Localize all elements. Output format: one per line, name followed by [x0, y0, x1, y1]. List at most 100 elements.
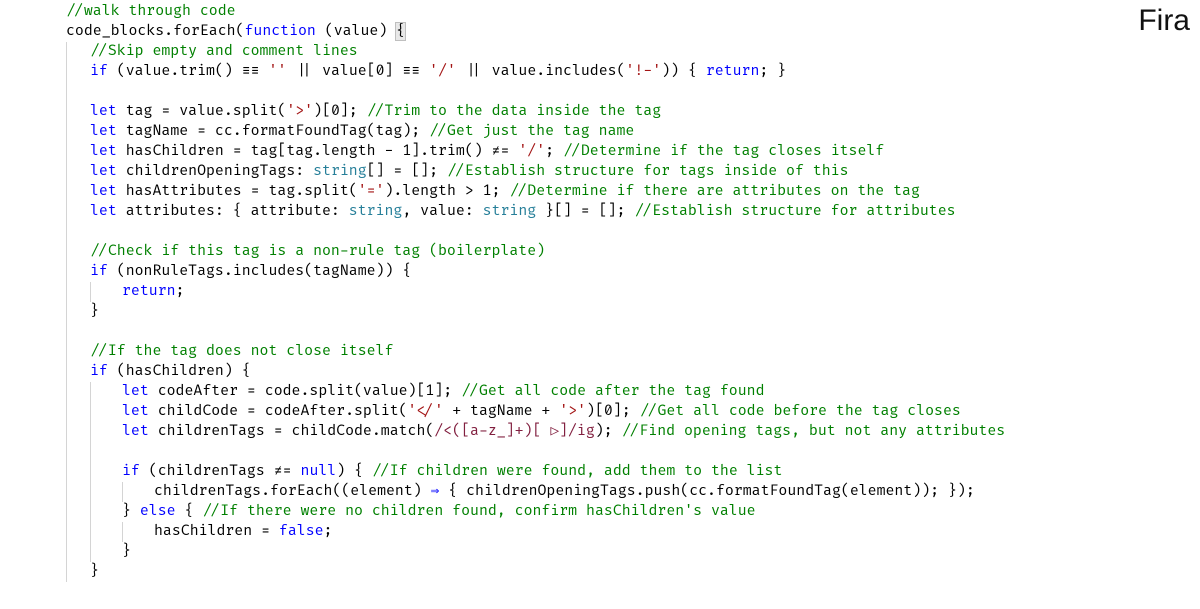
code-line-container: //walk through codecode_blocks.forEach(f…	[54, 2, 1200, 582]
code-line[interactable]	[54, 442, 1200, 462]
token-plain: hasChildren =	[154, 523, 279, 540]
token-plain: {	[176, 503, 203, 520]
code-line[interactable]: let tagName = cc.formatFoundTag(tag); //…	[54, 122, 1200, 142]
token-comment: //Determine if the tag closes itself	[563, 143, 884, 160]
token-comment: //If children were found, add them to th…	[372, 463, 782, 480]
token-plain: }	[90, 563, 99, 580]
token-comment: //Check if this tag is a non-rule tag (b…	[90, 243, 545, 260]
code-line[interactable]: //Skip empty and comment lines	[54, 42, 1200, 62]
token-plain: (nonRuleTags.includes(tagName)) {	[108, 263, 411, 280]
code-line[interactable]: if (nonRuleTags.includes(tagName)) {	[54, 262, 1200, 282]
token-plain: ) {	[336, 463, 372, 480]
code-line[interactable]: //walk through code	[54, 2, 1200, 22]
token-plain: || value[0]	[286, 63, 402, 80]
code-line[interactable]: childrenTags.forEach((element) ⇒ { child…	[54, 482, 1200, 502]
token-type: string	[483, 203, 537, 220]
token-type: string	[349, 203, 403, 220]
code-line[interactable]: let childrenTags = childCode.match(/<([a…	[54, 422, 1200, 442]
token-comment: //If there were no children found, confi…	[202, 503, 755, 520]
token-kw: let	[90, 203, 117, 220]
token-kw: let	[90, 103, 117, 120]
code-line[interactable]	[54, 322, 1200, 342]
token-plain	[292, 463, 301, 480]
token-plain: }	[90, 303, 99, 320]
token-kw: let	[122, 423, 149, 440]
token-plain: }	[122, 503, 140, 520]
token-comment: //Get all code before the tag closes	[640, 403, 961, 420]
token-plain	[509, 143, 518, 160]
code-line[interactable]: let hasChildren = tag[tag.length - 1].tr…	[54, 142, 1200, 162]
token-comment: //Get all code after the tag found	[461, 383, 764, 400]
code-line[interactable]: if (hasChildren) {	[54, 362, 1200, 382]
token-plain: ≡≡	[242, 63, 260, 80]
code-line[interactable]: let childCode = codeAfter.split('</' + t…	[54, 402, 1200, 422]
code-line[interactable]: //Check if this tag is a non-rule tag (b…	[54, 242, 1200, 262]
token-str: '/'	[429, 63, 456, 80]
token-plain: }[] = [];	[536, 203, 634, 220]
code-line[interactable]: if (value.trim() ≡≡ '' || value[0] ≡≡ '/…	[54, 62, 1200, 82]
code-line[interactable]: return;	[54, 282, 1200, 302]
token-plain: ≡≡	[402, 63, 420, 80]
token-plain: ≠=	[274, 463, 292, 480]
token-plain: childrenTags.forEach((element)	[154, 483, 431, 500]
token-plain: }	[122, 543, 131, 560]
token-plain: code_blocks.forEach(	[66, 23, 244, 40]
code-line[interactable]: let childrenOpeningTags: string[] = []; …	[54, 162, 1200, 182]
code-line[interactable]: }	[54, 542, 1200, 562]
token-kw: return	[122, 283, 176, 300]
token-plain: ;	[176, 283, 185, 300]
token-plain: {	[396, 23, 405, 40]
code-line[interactable]: let hasAttributes = tag.split('=').lengt…	[54, 182, 1200, 202]
token-plain: (hasChildren) {	[108, 363, 251, 380]
token-kw: let	[90, 163, 117, 180]
token-kw: else	[140, 503, 176, 520]
token-plain	[260, 63, 269, 80]
token-plain: )) {	[661, 63, 706, 80]
token-fn: function	[244, 23, 315, 40]
code-line[interactable]: let tag = value.split('>')[0]; //Trim to…	[54, 102, 1200, 122]
token-comment: //Get just the tag name	[429, 123, 634, 140]
code-line[interactable]: code_blocks.forEach(function (value) {	[54, 22, 1200, 42]
token-plain	[420, 123, 429, 140]
token-kw: if	[122, 463, 140, 480]
token-kw: let	[122, 383, 149, 400]
code-line[interactable]: if (childrenTags ≠= null) { //If childre…	[54, 462, 1200, 482]
token-kw: if	[90, 363, 108, 380]
token-plain: codeAfter = code.split(value)[1];	[149, 383, 452, 400]
token-str: '</'	[408, 403, 444, 420]
code-line[interactable]: //If the tag does not close itself	[54, 342, 1200, 362]
token-plain: childCode = codeAfter.split(	[149, 403, 408, 420]
token-str: '!-'	[626, 63, 662, 80]
code-line[interactable]: }	[54, 562, 1200, 582]
token-plain: childrenTags = childCode.match(	[149, 423, 435, 440]
token-kw: if	[90, 63, 108, 80]
token-lit: false	[279, 523, 324, 540]
token-plain: ≠=	[492, 143, 510, 160]
code-line[interactable]	[54, 82, 1200, 102]
code-line[interactable]: hasChildren = false;	[54, 522, 1200, 542]
token-comment: //Determine if there are attributes on t…	[509, 183, 919, 200]
code-line[interactable]: } else { //If there were no children fou…	[54, 502, 1200, 522]
code-line[interactable]: }	[54, 302, 1200, 322]
token-plain: ;	[324, 523, 333, 540]
token-comment: //If the tag does not close itself	[90, 343, 393, 360]
code-editor[interactable]: Fira //walk through codecode_blocks.forE…	[0, 0, 1200, 582]
token-comment: //Trim to the data inside the tag	[367, 103, 661, 120]
code-line[interactable]: let codeAfter = code.split(value)[1]; //…	[54, 382, 1200, 402]
code-line[interactable]	[54, 222, 1200, 242]
token-plain	[554, 143, 563, 160]
code-line[interactable]: let attributes: { attribute: string, val…	[54, 202, 1200, 222]
token-plain: tag = value.split(	[117, 103, 287, 120]
token-plain: ;	[545, 143, 554, 160]
token-plain: attributes: { attribute:	[117, 203, 349, 220]
token-str: '>'	[286, 103, 313, 120]
token-kw: let	[90, 183, 117, 200]
token-plain	[452, 383, 461, 400]
token-plain: || value.includes(	[456, 63, 626, 80]
token-plain	[438, 163, 447, 180]
token-plain: + tagName +	[443, 403, 559, 420]
token-str: '>'	[559, 403, 586, 420]
token-lit: null	[301, 463, 337, 480]
token-kw: return	[706, 63, 760, 80]
token-comment: //Find opening tags, but not any attribu…	[622, 423, 1006, 440]
